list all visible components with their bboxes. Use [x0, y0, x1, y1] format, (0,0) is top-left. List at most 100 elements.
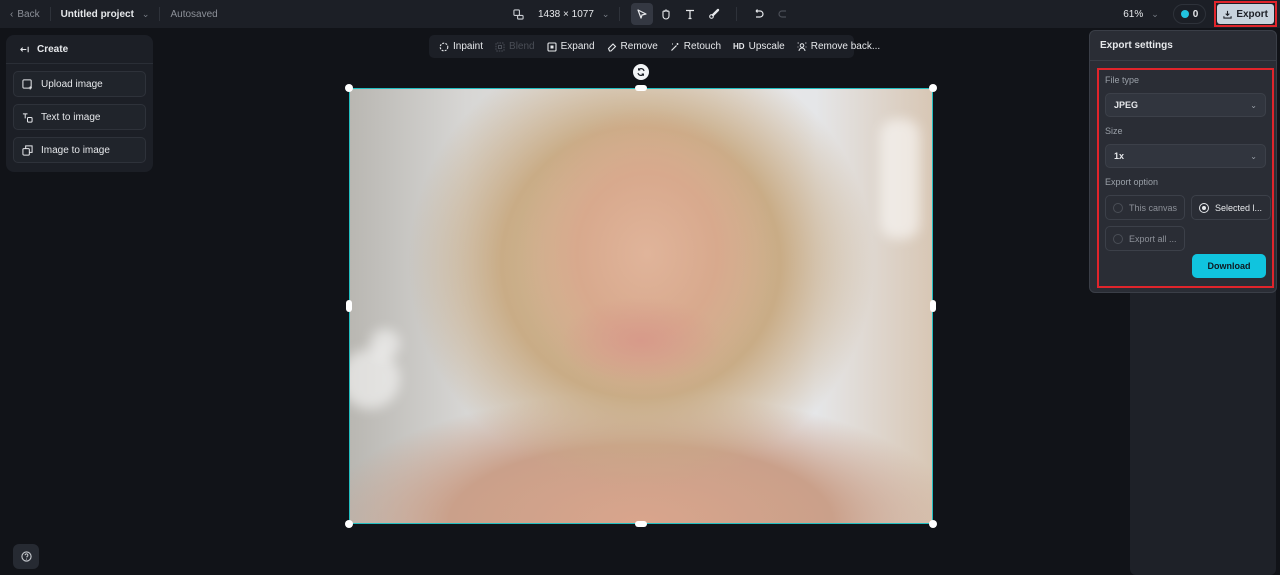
portrait-photo — [350, 89, 932, 523]
expand-label: Expand — [560, 41, 595, 52]
inpaint-label: Inpaint — [453, 41, 484, 52]
chevron-down-icon: ⌄ — [141, 8, 150, 19]
rotate-icon — [637, 67, 645, 77]
image-to-image-label: Image to image — [41, 144, 110, 156]
brush-tool[interactable] — [703, 3, 725, 25]
inpaint-button[interactable]: Inpaint — [434, 35, 488, 58]
size-label: Size — [1105, 126, 1123, 136]
back-label: Back — [17, 8, 40, 20]
size-select[interactable]: 1x ⌄ — [1105, 144, 1266, 168]
help-icon — [20, 551, 32, 562]
radio-icon — [1113, 233, 1123, 244]
credits-icon — [1180, 10, 1189, 18]
export-option-label: Export option — [1105, 177, 1159, 187]
project-name: Untitled project — [60, 8, 134, 20]
undo-icon — [756, 9, 764, 18]
image-to-image-icon — [22, 144, 33, 156]
hand-icon — [662, 9, 670, 20]
image-to-image-button[interactable]: Image to image — [13, 137, 146, 163]
project-name-dropdown[interactable]: Untitled project ⌄ — [61, 9, 150, 20]
text-tool[interactable] — [679, 3, 701, 25]
option-label: Export all ... — [1129, 233, 1177, 244]
create-title: Create — [37, 43, 69, 55]
canvas-image[interactable] — [349, 88, 933, 524]
export-highlight: Export — [1214, 1, 1277, 27]
expand-icon — [547, 41, 557, 52]
credits-badge[interactable]: 0 — [1172, 4, 1207, 24]
brush-icon — [709, 8, 720, 19]
canvas-size-dropdown[interactable]: 1438 × 1077 ⌄ — [513, 9, 609, 20]
back-button[interactable]: ‹ Back — [10, 9, 40, 20]
remove-background-button[interactable]: Remove back... — [792, 35, 885, 58]
divider — [159, 7, 161, 21]
option-this-canvas[interactable]: This canvas — [1105, 195, 1185, 220]
resize-handle-bottom[interactable] — [635, 521, 647, 527]
divider — [49, 7, 51, 21]
resize-icon — [513, 8, 524, 20]
remove-background-icon — [797, 42, 807, 51]
select-tool[interactable] — [631, 3, 654, 25]
remove-background-label: Remove back... — [810, 41, 881, 52]
upscale-button[interactable]: HD Upscale — [728, 35, 790, 58]
export-settings-popover: Export settings File type JPEG ⌄ Size 1x… — [1089, 30, 1277, 293]
resize-handle-top-right[interactable] — [929, 84, 937, 92]
resize-handle-right[interactable] — [930, 300, 936, 312]
resize-handle-top-left[interactable] — [345, 84, 353, 92]
divider — [619, 7, 621, 21]
export-settings-title: Export settings — [1090, 31, 1276, 61]
help-button[interactable] — [13, 544, 39, 569]
zoom-level: 61% — [1123, 8, 1144, 20]
redo-button[interactable] — [772, 3, 794, 25]
redo-icon — [778, 10, 787, 18]
create-panel-header[interactable]: Create — [6, 35, 153, 64]
resize-handle-left[interactable] — [346, 300, 352, 312]
upscale-label: Upscale — [748, 41, 785, 52]
download-button[interactable]: Download — [1192, 254, 1266, 278]
option-label: This canvas — [1129, 202, 1178, 213]
export-label: Export — [1236, 8, 1268, 20]
hand-tool[interactable] — [655, 3, 677, 25]
canvas-size: 1438 × 1077 — [538, 8, 594, 20]
upload-image-button[interactable]: Upload image — [13, 71, 146, 97]
resize-handle-bottom-right[interactable] — [929, 520, 937, 528]
file-type-label: File type — [1105, 75, 1140, 85]
magic-wand-icon — [670, 42, 679, 51]
text-icon — [686, 9, 695, 20]
divider — [736, 7, 738, 21]
remove-button[interactable]: Remove — [602, 35, 663, 58]
option-export-all[interactable]: Export all ... — [1105, 226, 1185, 251]
collapse-left-icon — [20, 46, 29, 52]
expand-button[interactable]: Expand — [542, 35, 600, 58]
hd-icon: HD — [733, 42, 745, 51]
blend-icon — [495, 42, 505, 51]
upload-image-icon — [22, 78, 32, 90]
text-to-image-button[interactable]: Text to image — [13, 104, 146, 130]
save-status: Autosaved — [170, 8, 218, 20]
chevron-left-icon: ‹ — [10, 8, 14, 20]
text-to-image-icon — [22, 112, 33, 123]
chevron-down-icon: ⌄ — [601, 8, 610, 19]
rotate-handle[interactable] — [633, 64, 649, 80]
size-value: 1x — [1114, 151, 1125, 161]
edit-toolbar: Inpaint Blend Expand Remove Retouch HD U… — [429, 35, 880, 58]
upload-image-label: Upload image — [41, 78, 103, 90]
text-to-image-label: Text to image — [41, 111, 101, 123]
file-type-select[interactable]: JPEG ⌄ — [1105, 93, 1266, 117]
credits-count: 0 — [1192, 8, 1199, 20]
chevron-down-icon: ⌄ — [1250, 151, 1257, 161]
option-selected-layers[interactable]: Selected l... — [1191, 195, 1271, 220]
export-button[interactable]: Export — [1217, 4, 1274, 24]
download-icon — [1223, 10, 1232, 19]
resize-handle-bottom-left[interactable] — [345, 520, 353, 528]
undo-button[interactable] — [748, 3, 770, 25]
blend-button[interactable]: Blend — [490, 35, 540, 58]
create-panel: Create Upload image Text to image Image … — [6, 35, 153, 172]
resize-handle-top[interactable] — [635, 85, 647, 91]
file-type-value: JPEG — [1114, 100, 1139, 110]
retouch-button[interactable]: Retouch — [665, 35, 726, 58]
zoom-level-dropdown[interactable]: 61% ⌄ — [1123, 9, 1159, 20]
top-bar: ‹ Back Untitled project ⌄ Autosaved 1438… — [0, 0, 1280, 28]
radio-checked-icon — [1199, 202, 1209, 213]
option-label: Selected l... — [1215, 202, 1263, 213]
cursor-icon — [637, 9, 648, 19]
